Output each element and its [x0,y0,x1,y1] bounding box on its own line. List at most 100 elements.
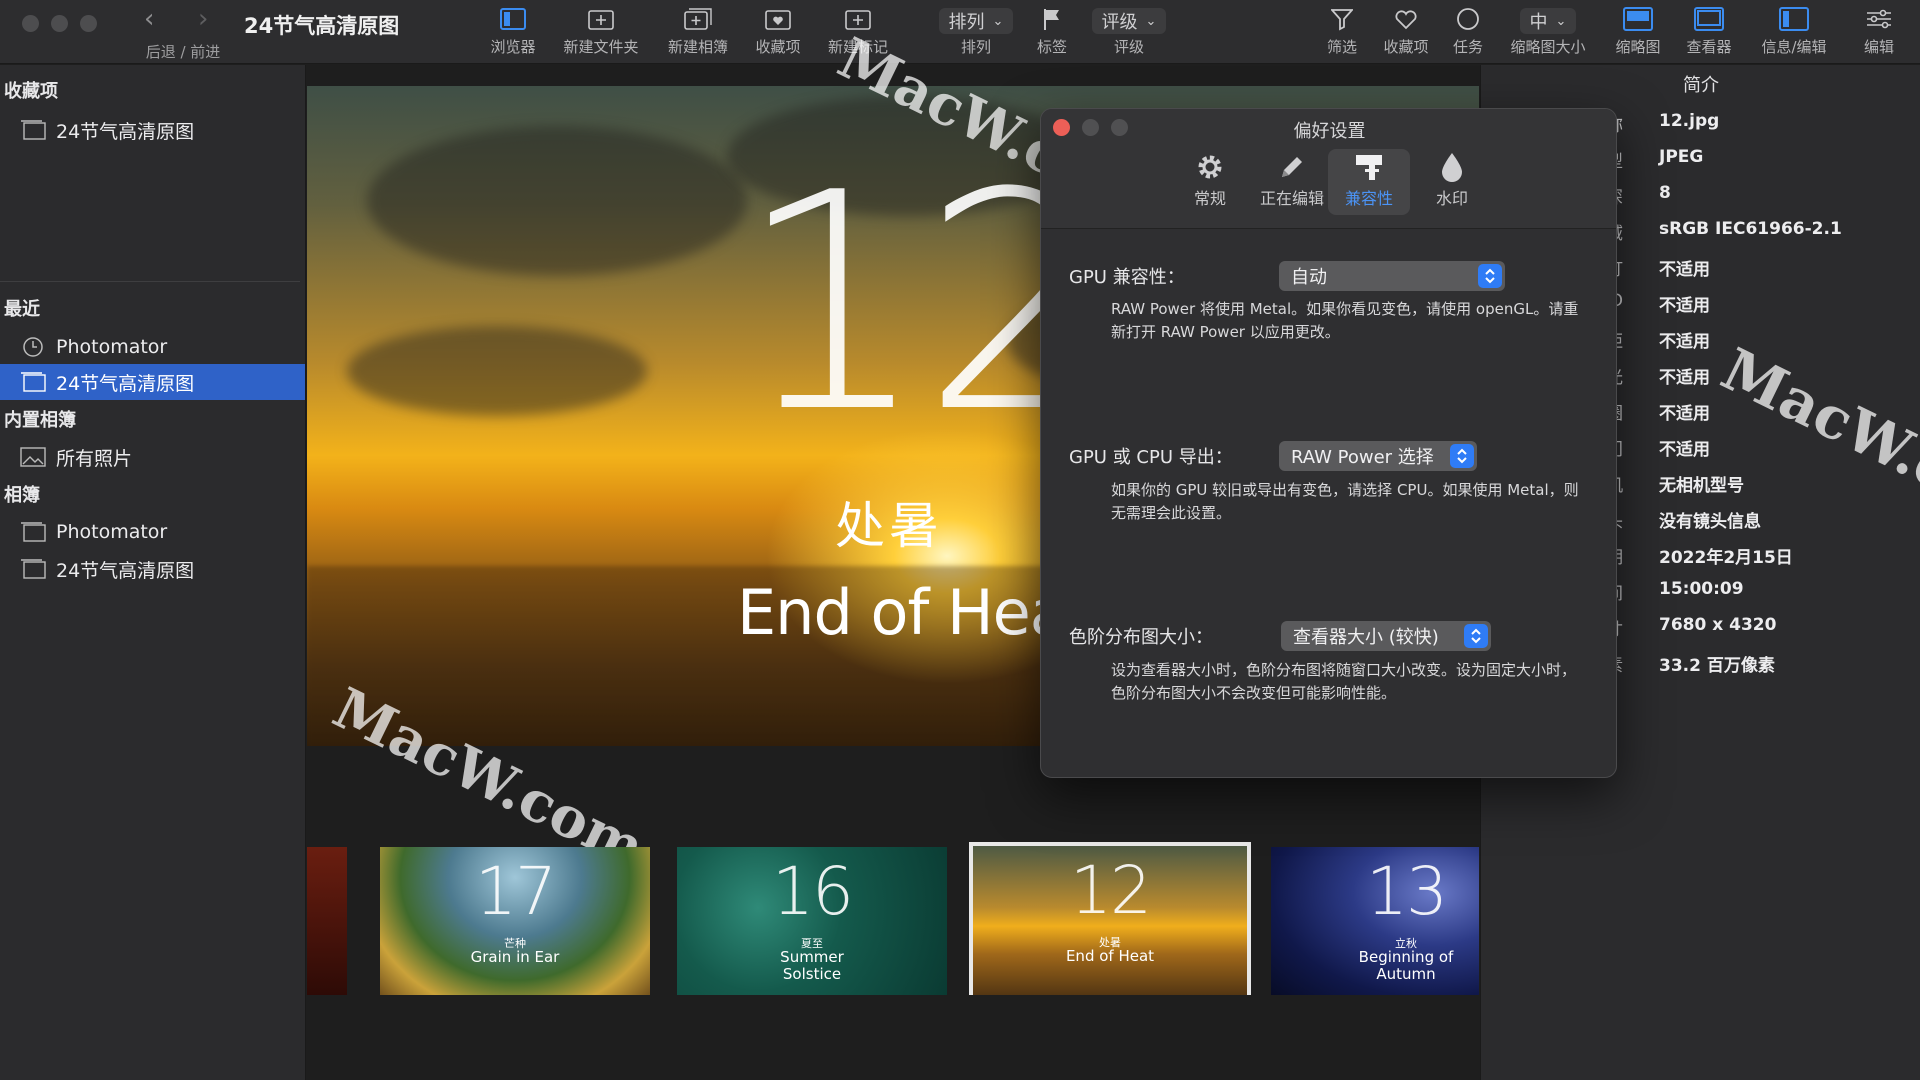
tags-button[interactable]: 标签 [1030,2,1074,62]
zoom-window-button[interactable] [80,15,97,32]
info-panel-icon [1779,7,1809,31]
new-album-icon [684,8,712,30]
tasks-button[interactable]: 任务 [1448,2,1488,62]
sidebar-item-recent-album[interactable]: 24节气高清原图 [0,364,305,400]
back-forward-label: 后退 / 前进 [145,43,221,61]
info-value: 不适用 [1659,368,1710,388]
thumbnails-view-icon [1623,7,1653,31]
rating-value: 评级 [1101,12,1138,33]
sort-value: 排列 [948,12,985,33]
sidebar-item-label: 24节气高清原图 [56,372,195,395]
pencil-icon [1282,157,1302,177]
edit-button[interactable]: 编辑 [1858,2,1900,62]
filter-button[interactable]: 筛选 [1322,2,1362,62]
thumbnails-view-button[interactable]: 缩略图 [1610,2,1666,62]
browser-icon [500,8,526,30]
info-value: 不适用 [1659,260,1710,280]
info-value: 2022年2月15日 [1659,548,1793,568]
histogram-size-description: 设为查看器大小时，色阶分布图将随窗口大小改变。设为固定大小时， 色阶分布图大小不… [1111,661,1577,702]
histogram-size-popup[interactable]: 查看器大小 (较快) [1281,621,1491,651]
viewer-view-icon [1694,7,1724,31]
info-value: 不适用 [1659,440,1710,460]
gear-icon [1198,155,1222,179]
updown-chevron-icon [1450,444,1474,468]
info-value: 不适用 [1659,404,1710,424]
album-icon [21,372,46,392]
favorites-filter-button[interactable]: 收藏项 [1378,2,1434,62]
album-icon [21,559,46,579]
album-icon [21,522,46,542]
chevron-down-icon: ⌄ [1555,13,1567,29]
chevron-down-icon: ⌄ [1145,13,1157,29]
minimize-window-button[interactable] [51,15,68,32]
preferences-dialog: 偏好设置 常规 正在编辑 兼容性 水印 GPU 兼容性： 自动 RAW Powe… [1040,108,1617,778]
sidebar-item-label: 所有照片 [56,447,133,470]
sliders-icon [1867,9,1891,29]
sidebar-item-album-24[interactable]: 24节气高清原图 [0,551,305,587]
info-value: 不适用 [1659,332,1710,352]
sort-popup[interactable]: 排列 ⌄ 排列 [936,2,1016,62]
sidebar-item-label: Photomator [56,336,168,358]
browser-button[interactable]: 浏览器 [484,2,542,62]
gpu-compat-popup[interactable]: 自动 [1279,261,1505,291]
back-forward-control: ‹ › 后退 / 前进 [138,4,224,61]
gpu-cpu-export-label: GPU 或 CPU 导出： [1069,447,1233,468]
histogram-size-label: 色阶分布图大小： [1069,627,1213,648]
tab-general[interactable]: 常规 [1169,149,1251,215]
thumbnail[interactable]: 13 立秋 Beginning of Autumn [1271,847,1479,995]
thumbnail-size-value: 中 [1529,12,1548,33]
forward-arrow-icon[interactable]: › [198,4,208,34]
heart-icon [1395,10,1417,30]
sidebar-item-all-photos[interactable]: 所有照片 [0,439,305,475]
viewer-view-button[interactable]: 查看器 [1680,2,1738,62]
sidebar-section-builtin: 内置相簿 [4,410,76,431]
circle-icon [1457,8,1479,30]
photos-icon [20,447,46,467]
favorites-button[interactable]: 收藏项 [750,2,806,62]
sidebar-item-label: 24节气高清原图 [56,120,195,143]
tab-watermark[interactable]: 水印 [1421,149,1483,215]
thumbnail[interactable]: 17 芒种 Grain in Ear [380,847,650,995]
gpu-cpu-export-popup[interactable]: RAW Power 选择 [1279,441,1477,471]
tab-compatibility[interactable]: 兼容性 [1328,149,1410,215]
thumbnail[interactable] [307,847,347,995]
sidebar-section-recent: 最近 [4,299,40,320]
clock-icon [23,337,43,357]
info-value: 没有镜头信息 [1659,512,1761,532]
sidebar-item-recent-photomator[interactable]: Photomator [0,329,305,365]
filmstrip: 17 芒种 Grain in Ear 16 夏至 Summer Solstice… [307,825,1479,995]
info-edit-button[interactable]: 信息/编辑 [1752,2,1836,62]
thumbnail[interactable]: 16 夏至 Summer Solstice [677,847,947,995]
preferences-title: 偏好设置 [1293,121,1366,142]
sidebar-item-album-photomator[interactable]: Photomator [0,514,305,550]
sidebar-item-label: Photomator [56,521,168,543]
drop-icon [1442,153,1462,182]
new-folder-button[interactable]: 新建文件夹 [556,2,646,62]
close-window-button[interactable] [22,15,39,32]
tab-editing[interactable]: 正在编辑 [1251,149,1333,215]
sidebar-item-label: 24节气高清原图 [56,559,195,582]
back-arrow-icon[interactable]: ‹ [144,4,154,34]
new-album-button[interactable]: 新建相簿 [662,2,734,62]
photo-english-title: End of Heat [737,576,1091,649]
sidebar-section-albums: 相簿 [4,485,40,506]
info-value: 7680 x 4320 [1659,615,1777,635]
preferences-header: 偏好设置 常规 正在编辑 兼容性 水印 [1041,109,1616,229]
info-value: 33.2 百万像素 [1659,656,1775,676]
flag-icon [1044,9,1059,30]
info-value: 不适用 [1659,296,1710,316]
updown-chevron-icon [1464,624,1488,648]
sidebar-divider [0,281,300,282]
sidebar-item-favorite-album[interactable]: 24节气高清原图 [0,112,305,148]
chevron-down-icon: ⌄ [992,13,1004,29]
favorite-album-icon [765,10,791,30]
window-title: 24节气高清原图 [244,14,400,38]
rating-popup[interactable]: 评级 ⌄ 评级 [1084,2,1174,62]
gpu-compat-description: RAW Power 将使用 Metal。如果你看见变色，请使用 openGL。请… [1111,300,1579,341]
gpu-compat-label: GPU 兼容性： [1069,267,1185,288]
sidebar-section-favorites: 收藏项 [4,81,58,102]
thumbnail-selected[interactable]: 12 处暑 End of Heat [969,842,1251,995]
info-value: 无相机型号 [1659,476,1744,496]
info-value: 12.jpg [1659,111,1720,131]
thumbnail-size-popup[interactable]: 中 ⌄ 缩略图大小 [1504,2,1592,62]
